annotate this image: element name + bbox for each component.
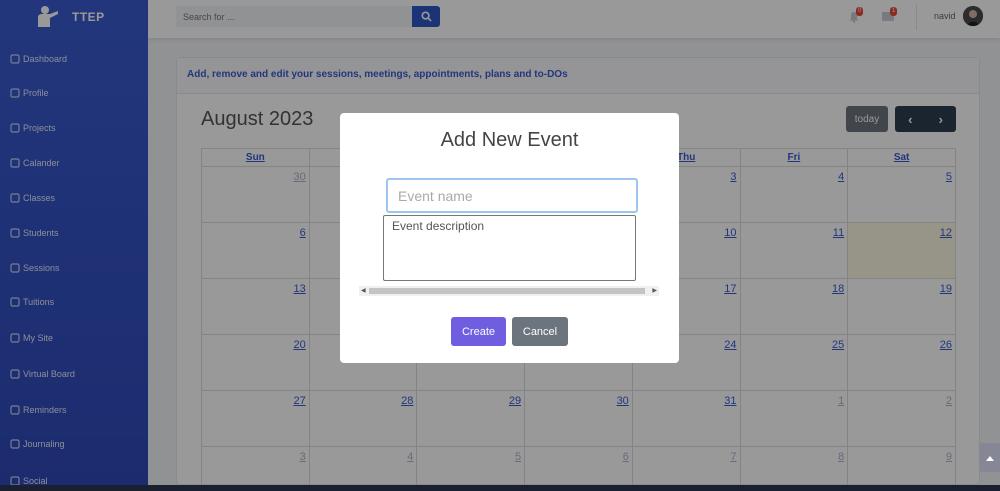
scrollbar-thumb[interactable] xyxy=(369,288,645,294)
scroll-right-icon[interactable]: ▶ xyxy=(652,287,657,294)
event-description-textarea[interactable] xyxy=(383,215,636,281)
scroll-left-icon[interactable]: ◀ xyxy=(361,287,366,294)
os-taskbar xyxy=(0,485,1000,491)
create-button[interactable]: Create xyxy=(451,317,506,346)
chevron-up-icon xyxy=(985,455,994,461)
add-event-modal: Add New Event ◀ ▶ Create Cancel xyxy=(340,113,679,363)
modal-title: Add New Event xyxy=(440,129,579,151)
cancel-button[interactable]: Cancel xyxy=(512,317,568,346)
scroll-to-top-button[interactable] xyxy=(979,443,1000,472)
event-name-input[interactable] xyxy=(386,178,638,213)
horizontal-scrollbar[interactable]: ◀ ▶ xyxy=(359,286,659,296)
